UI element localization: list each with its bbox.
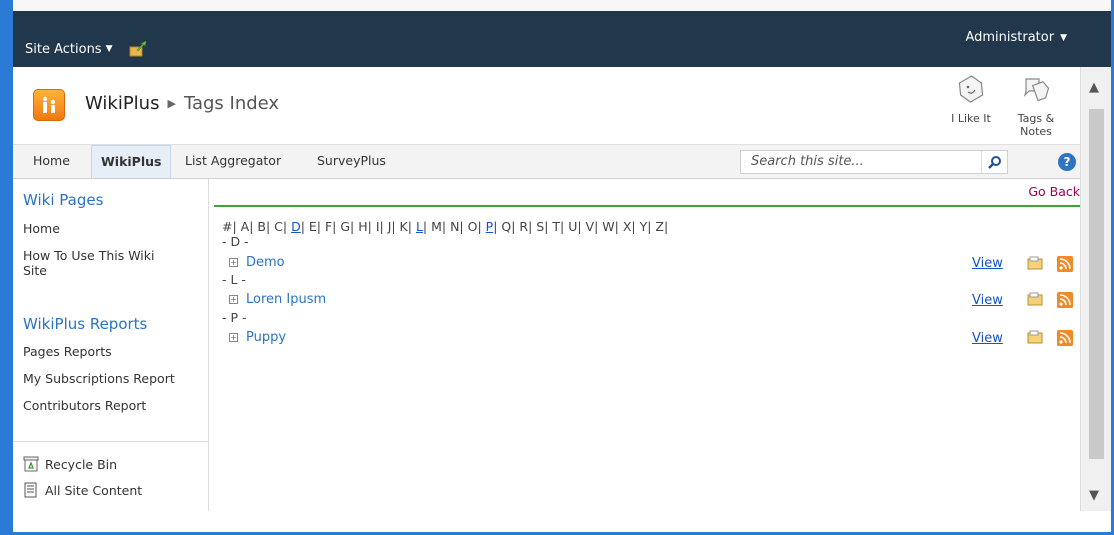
sidebar-item-how-to-use-line-1: How To Use This Wiki [23,248,155,263]
recycle-bin-link[interactable]: Recycle Bin [23,456,117,472]
sidebar-item-how-to-use[interactable]: How To Use This Wiki Site [23,248,155,278]
alphabet-l-to-p: | M| N| O| [422,219,486,234]
tags-notes-label-2: Notes [1020,125,1052,138]
title-area: WikiPlus ▶ Tags Index I Like It Tags & N… [13,67,1080,145]
group-label-p: - P - [222,310,247,325]
search-icon [987,156,1001,169]
list-item: + Puppy [229,330,286,345]
all-content-icon [24,482,37,498]
alphabet-after-p: | Q| R| S| T| U| V| W| X| Y| Z| [493,219,669,234]
ribbon-bar: Site Actions ▼ Administrator ▼ [13,0,1111,67]
chevron-down-icon: ▼ [1060,32,1067,43]
alphabet-link-d[interactable]: D [291,219,301,234]
rss-icon[interactable] [1057,330,1073,346]
search-input[interactable]: Search this site... [751,154,864,169]
nav-item-home[interactable]: Home [24,145,79,178]
chevron-down-icon: ▼ [105,44,113,54]
alphabet-before-d: #| A| B| C| [222,219,292,234]
browser-frame: Site Actions ▼ Administrator ▼ WikiPlus … [0,0,1114,535]
sidebar-item-pages-reports[interactable]: Pages Reports [23,344,112,359]
tags-notes-icon [1023,78,1050,102]
tags-notes-label-1: Tags & [1017,112,1055,125]
expand-icon[interactable]: + [229,295,238,304]
scroll-thumb[interactable] [1089,109,1104,459]
sidebar-heading-reports[interactable]: WikiPlus Reports [23,315,147,333]
search-button[interactable] [981,151,1007,173]
navigate-up-icon[interactable] [129,41,147,57]
like-tag-icon [958,75,984,103]
wiki-page-link-demo[interactable]: Demo [246,255,285,270]
user-menu[interactable]: Administrator ▼ [965,30,1067,45]
i-like-it-button[interactable]: I Like It [946,75,996,125]
alphabet-d-to-l: | E| F| G| H| I| J| K| [300,219,416,234]
view-link-demo[interactable]: View [972,256,1003,271]
help-icon[interactable]: ? [1058,153,1076,171]
alphabet-link-l[interactable]: L [416,219,423,234]
quick-launch: Wiki Pages Home How To Use This Wiki Sit… [13,179,209,511]
sidebar-heading-wiki-pages[interactable]: Wiki Pages [23,191,103,209]
group-label-d: - D - [222,234,249,249]
expand-icon[interactable]: + [229,333,238,342]
tags-notes-button[interactable]: Tags & Notes [1011,75,1061,138]
all-site-content-label: All Site Content [45,482,143,498]
i-like-it-label: I Like It [951,112,991,125]
nav-item-wikiplus[interactable]: WikiPlus [91,145,172,178]
view-link-puppy[interactable]: View [972,331,1003,346]
site-actions-label: Site Actions [25,41,102,57]
breadcrumb-site-link[interactable]: WikiPlus [85,93,159,114]
all-site-content-link[interactable]: All Site Content [23,482,142,498]
page-title: Tags Index [183,93,280,114]
group-label-l: - L - [222,272,246,287]
list-item: + Loren Ipusm [229,292,326,307]
expand-icon[interactable]: + [229,258,238,267]
window-border-left [0,0,13,535]
site-actions-menu[interactable]: Site Actions ▼ [25,41,147,57]
recycle-bin-icon [23,456,39,472]
sidebar-item-subscriptions-report[interactable]: My Subscriptions Report [23,371,175,386]
recycle-bin-label: Recycle Bin [45,456,118,472]
go-back-link[interactable]: Go Back [1028,184,1080,199]
sidebar-divider [13,441,208,442]
nav-item-list-aggregator[interactable]: List Aggregator [176,145,290,178]
main-content: Go Back #| A| B| C| D| E| F| G| H| I| J|… [209,179,1080,511]
rss-icon[interactable] [1057,256,1073,272]
sidebar-item-home[interactable]: Home [23,221,60,236]
sidebar-item-how-to-use-line-2: Site [23,263,47,278]
rss-icon[interactable] [1057,292,1073,308]
sidebar-item-contributors-report[interactable]: Contributors Report [23,398,146,413]
header-divider [214,205,1080,207]
wiki-page-link-loren-ipusm[interactable]: Loren Ipusm [246,292,326,307]
top-navigation: Home WikiPlus List Aggregator SurveyPlus… [13,145,1080,179]
list-item: + Demo [229,255,285,270]
scroll-down-icon[interactable]: ▼ [1089,488,1099,503]
wiki-page-link-puppy[interactable]: Puppy [246,330,286,345]
view-link-loren-ipusm[interactable]: View [972,293,1003,308]
folder-icon[interactable] [1027,292,1043,306]
site-logo[interactable] [33,89,65,121]
people-icon [42,96,56,113]
scroll-up-icon[interactable]: ▲ [1089,80,1099,95]
search-box[interactable]: Search this site... [740,150,1008,174]
folder-icon[interactable] [1027,256,1043,270]
alphabet-index: #| A| B| C| D| E| F| G| H| I| J| K| L| M… [222,219,668,234]
folder-icon[interactable] [1027,330,1043,344]
user-name: Administrator [965,30,1055,45]
breadcrumb-separator-icon: ▶ [167,97,176,110]
nav-item-surveyplus[interactable]: SurveyPlus [308,145,395,178]
breadcrumb: WikiPlus ▶ Tags Index [85,93,279,114]
vertical-scrollbar[interactable]: ▲ ▼ [1080,67,1111,511]
